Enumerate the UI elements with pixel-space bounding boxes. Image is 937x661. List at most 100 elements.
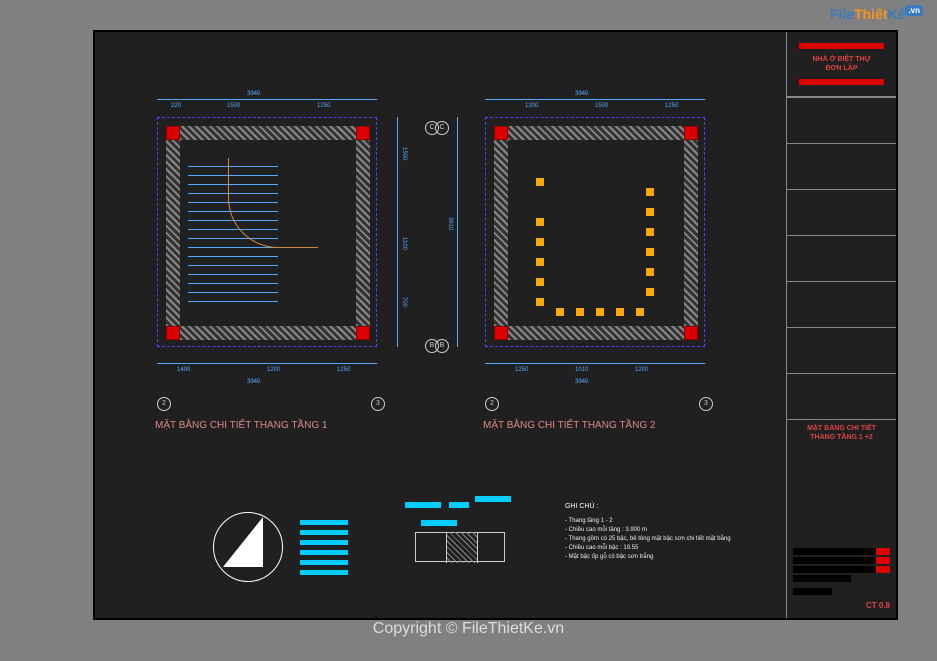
- dim: 1250: [317, 103, 330, 109]
- title-block: NHÀ Ở BIỆT THỰ ĐƠN LẬP MẶT BẰNG CHI TIẾT…: [786, 32, 896, 618]
- plan-1-title: MẶT BẰNG CHI TIẾT THANG TẦNG 1: [155, 420, 327, 431]
- scale-row: [793, 557, 890, 564]
- layer-bar: [449, 502, 469, 508]
- plan-2-title: MẶT BẰNG CHI TIẾT THANG TẦNG 2: [483, 420, 655, 431]
- column-icon: [356, 326, 370, 340]
- layer-bar: [405, 502, 441, 508]
- copyright-watermark: Copyright © FileThietKe.vn: [0, 620, 937, 638]
- light-icon: [536, 258, 544, 266]
- light-icon: [646, 208, 654, 216]
- wall: [684, 126, 698, 340]
- detail-section: GHI CHÚ : - Thang tầng 1 - 2 - Chiều cao…: [205, 492, 805, 612]
- column-icon: [684, 126, 698, 140]
- grid-bubble: 3: [371, 397, 385, 411]
- light-icon: [536, 238, 544, 246]
- wall: [494, 326, 698, 340]
- tb-drawing-title-section: MẶT BẰNG CHI TIẾT THANG TẦNG 1 +2: [787, 419, 896, 465]
- column-icon: [356, 126, 370, 140]
- dim: 1400: [177, 367, 190, 373]
- dim: 1500: [227, 103, 240, 109]
- tb-section: [787, 189, 896, 235]
- dimension-line: [485, 99, 705, 100]
- note-line: - Chiều cao mỗi bậc : 19.55: [565, 544, 805, 553]
- project-name: NHÀ Ở BIỆT THỰ ĐƠN LẬP: [791, 55, 892, 73]
- dim: 1100: [401, 237, 407, 250]
- layer-bar: [475, 496, 511, 502]
- grid-bubble: C: [435, 121, 449, 135]
- drawing-title: MẶT BẰNG CHI TIẾT THANG TẦNG 1 +2: [787, 420, 896, 446]
- wall: [494, 126, 508, 340]
- tb-section: [787, 143, 896, 189]
- dimension-overall: 3940: [247, 91, 260, 97]
- scale-row: [793, 548, 890, 555]
- column-icon: [684, 326, 698, 340]
- floor-plan-2: 3940 1200 1500 1250: [475, 87, 745, 397]
- column-icon: [166, 126, 180, 140]
- light-icon: [616, 308, 624, 316]
- site-logo: FileThiếtKế.vn: [830, 6, 923, 22]
- light-icon: [646, 228, 654, 236]
- light-icon: [536, 218, 544, 226]
- column-icon: [494, 326, 508, 340]
- light-icon: [576, 308, 584, 316]
- light-icon: [556, 308, 564, 316]
- dim: 1010: [575, 367, 588, 373]
- decorative-bar: [799, 79, 884, 85]
- layer-bar: [421, 520, 457, 526]
- layer-bar: [300, 560, 348, 565]
- dim: 1200: [525, 103, 538, 109]
- plan-boundary: [157, 117, 377, 347]
- column-icon: [494, 126, 508, 140]
- dim: 1250: [337, 367, 350, 373]
- light-icon: [536, 278, 544, 286]
- layer-bar: [300, 520, 348, 525]
- wall: [166, 126, 370, 140]
- light-icon: [536, 178, 544, 186]
- dim: 700: [401, 297, 407, 307]
- dim: 1250: [515, 367, 528, 373]
- plan-boundary: [485, 117, 705, 347]
- grid-bubble: 3: [699, 397, 713, 411]
- notes-block: GHI CHÚ : - Thang tầng 1 - 2 - Chiều cao…: [565, 502, 805, 562]
- wall: [356, 126, 370, 340]
- scale-row: [793, 575, 890, 582]
- dim: 1250: [665, 103, 678, 109]
- notes-title: GHI CHÚ :: [565, 502, 805, 513]
- grid-bubble: 2: [157, 397, 171, 411]
- dimension-line: [457, 117, 458, 347]
- light-fixtures: [536, 178, 656, 318]
- light-icon: [596, 308, 604, 316]
- beam-section-icon: [415, 532, 505, 562]
- layer-bar: [300, 530, 348, 535]
- tb-section: [787, 373, 896, 419]
- light-icon: [646, 268, 654, 276]
- dim: 3940: [247, 379, 260, 385]
- dim: 3610: [447, 217, 453, 230]
- light-icon: [646, 248, 654, 256]
- detail-layers: [300, 520, 348, 580]
- dim: 1200: [635, 367, 648, 373]
- light-icon: [646, 288, 654, 296]
- dim: 1500: [595, 103, 608, 109]
- tb-section: [787, 235, 896, 281]
- tb-section: [787, 327, 896, 373]
- layer-bar: [300, 540, 348, 545]
- scale-row: [793, 566, 890, 573]
- dim: 3940: [575, 91, 588, 97]
- note-line: - Mặt bậc ốp gỗ có bậc sơn trắng: [565, 553, 805, 562]
- drawing-sheet: 3940 220 1500 1250 1500 1100 700 1400: [93, 30, 898, 620]
- tb-section: [787, 97, 896, 143]
- dimension-line: [157, 99, 377, 100]
- dimension-line: [485, 363, 705, 364]
- note-line: - Thang tầng 1 - 2: [565, 517, 805, 526]
- wall: [166, 326, 370, 340]
- dimension-line: [397, 117, 398, 347]
- tb-bottom: CT 0.8: [793, 548, 890, 610]
- layer-bar: [300, 550, 348, 555]
- floor-plan-1: 3940 220 1500 1250 1500 1100 700 1400: [147, 87, 417, 397]
- note-line: - Thang gồm có 25 bậc, bê tông mặt bậc s…: [565, 535, 805, 544]
- grid-bubble: B: [435, 339, 449, 353]
- dim: 220: [171, 103, 181, 109]
- light-icon: [636, 308, 644, 316]
- decorative-bar: [799, 43, 884, 49]
